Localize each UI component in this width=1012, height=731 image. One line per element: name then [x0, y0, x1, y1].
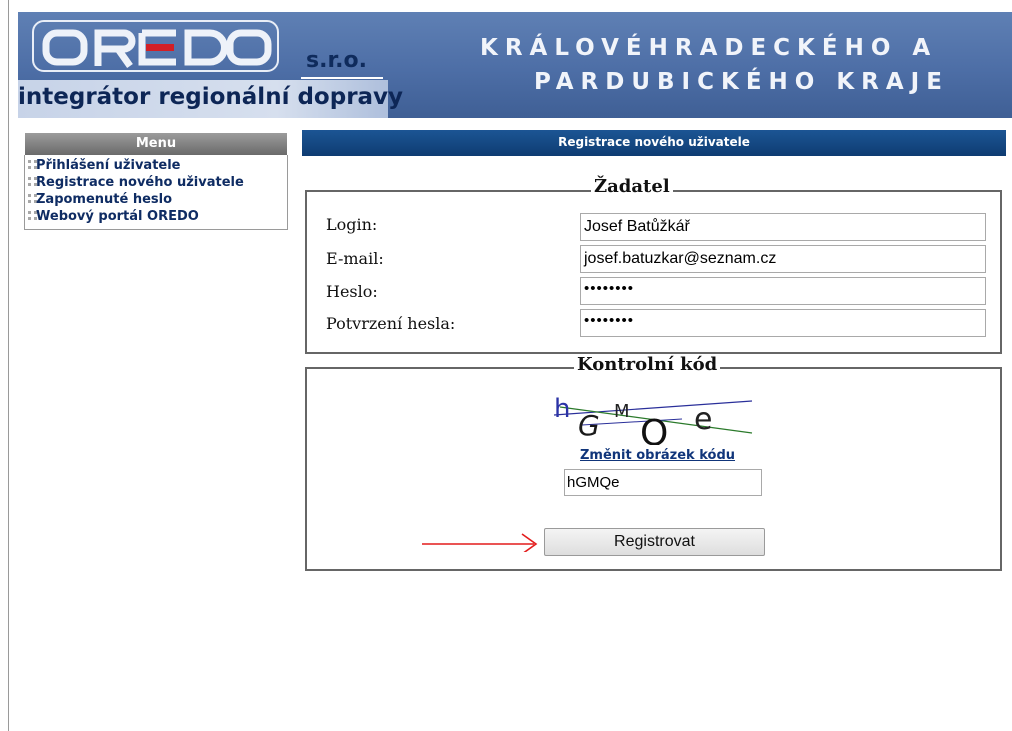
- left-border-line: [8, 0, 9, 731]
- oredo-logo[interactable]: [32, 20, 279, 72]
- password-label: Heslo:: [326, 282, 378, 301]
- page-title: Registrace nového uživatele: [302, 130, 1006, 156]
- password-confirm-input[interactable]: ••••••••: [580, 309, 986, 337]
- company-suffix: s.r.o.: [306, 48, 367, 73]
- red-arrow-icon: [422, 533, 538, 552]
- password-confirm-label: Potvrzení hesla:: [326, 314, 456, 333]
- menu-header: Menu: [25, 133, 287, 155]
- change-captcha-link[interactable]: Změnit obrázek kódu: [580, 448, 735, 463]
- site-header: s.r.o. integrátor regionální dopravy KRÁ…: [18, 12, 1012, 118]
- svg-text:G: G: [578, 409, 600, 442]
- captcha-image: h G M Q e: [552, 394, 758, 454]
- captcha-legend: Kontrolní kód: [574, 354, 721, 375]
- menu-item-forgotten-password[interactable]: Zapomenuté heslo: [36, 192, 172, 207]
- header-underline: [301, 77, 383, 79]
- applicant-legend: Žadatel: [591, 176, 673, 197]
- register-button[interactable]: Registrovat: [544, 528, 765, 556]
- login-label: Login:: [326, 215, 378, 234]
- login-input[interactable]: Josef Batůžkář: [580, 213, 986, 241]
- svg-text:h: h: [554, 395, 570, 424]
- captcha-code-input[interactable]: hGMQe: [564, 469, 762, 496]
- tagline: integrátor regionální dopravy: [18, 84, 404, 110]
- menu-item-register[interactable]: Registrace nového uživatele: [36, 175, 244, 190]
- oredo-logo-mark: [42, 29, 272, 69]
- svg-text:e: e: [694, 402, 712, 437]
- password-input[interactable]: ••••••••: [580, 277, 986, 305]
- region-title-line1: KRÁLOVÉHRADECKÉHO A: [480, 35, 938, 61]
- svg-text:M: M: [614, 401, 630, 422]
- svg-text:Q: Q: [640, 413, 668, 445]
- menu-item-web-portal[interactable]: Webový portál OREDO: [36, 209, 199, 224]
- email-input[interactable]: josef.batuzkar@seznam.cz: [580, 245, 986, 273]
- region-title-line2: PARDUBICKÉHO KRAJE: [534, 69, 949, 95]
- email-label: E-mail:: [326, 249, 384, 268]
- menu-item-login[interactable]: Přihlášení uživatele: [36, 158, 181, 173]
